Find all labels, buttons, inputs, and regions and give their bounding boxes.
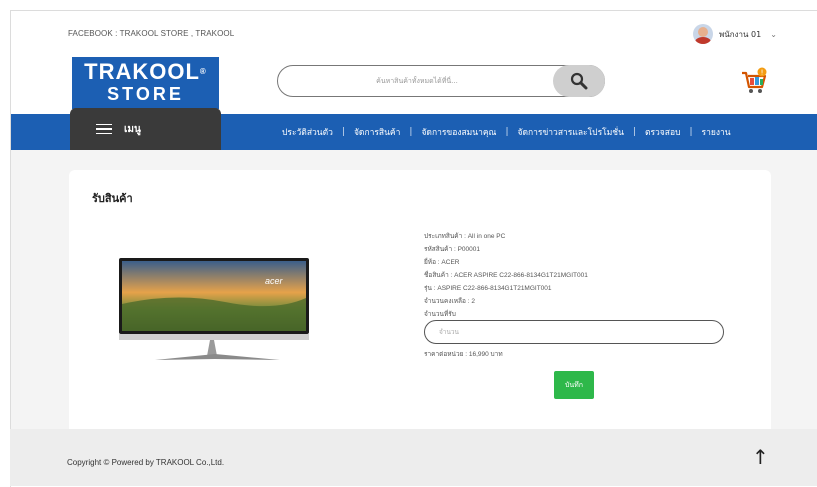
content-area: รับสินค้า acer ประเภทสินค้า: All in one… (11, 150, 817, 450)
nav-item-profile[interactable]: ประวัติส่วนตัว (273, 125, 342, 139)
cart-button[interactable]: ! (740, 67, 768, 95)
receive-product-card: รับสินค้า acer ประเภทสินค้า: All in one… (69, 170, 771, 450)
top-bar: FACEBOOK : TRAKOOL STORE , TRAKOOL พนักง… (11, 11, 817, 58)
search-input[interactable] (290, 71, 544, 91)
product-brand-logo: acer (265, 276, 284, 286)
page-title: รับสินค้า (92, 192, 133, 205)
copyright-text: Copyright © Powered by TRAKOOL Co.,Ltd. (67, 458, 225, 467)
registered-mark: ® (199, 67, 207, 76)
header: TRAKOOL® STORE ! (11, 57, 817, 114)
cart-icon: ! (742, 67, 767, 93)
avatar-icon (693, 24, 713, 44)
save-button[interactable]: บันทึก (554, 371, 594, 399)
user-name: พนักงาน 01 (719, 29, 762, 39)
nav-separator: | (689, 127, 693, 137)
product-info: ประเภทสินค้า : All in one PC รหัสสินค้า … (424, 230, 588, 321)
hamburger-icon (96, 123, 112, 135)
chevron-down-icon: ⌄ (770, 29, 777, 39)
nav-item-inspect[interactable]: ตรวจสอบ (636, 125, 690, 139)
product-brand: ยี่ห้อ : ACER (424, 259, 460, 266)
nav-item-report[interactable]: รายงาน (693, 125, 740, 139)
nav-item-manage-gifts[interactable]: จัดการของสมนาคุณ (412, 125, 505, 139)
search-bar (277, 65, 605, 97)
store-logo[interactable]: TRAKOOL® STORE (72, 57, 219, 109)
logo-text-store: STORE (107, 84, 184, 104)
product-image: acer (119, 258, 309, 360)
logo-text-trakool: TRAKOOL (84, 59, 200, 84)
nav-item-manage-products[interactable]: จัดการสินค้า (345, 125, 409, 139)
main-navbar: เมนู ประวัติส่วนตัว | จัดการสินค้า | จัด… (11, 108, 817, 150)
facebook-text: FACEBOOK : TRAKOOL STORE , TRAKOOL (68, 29, 235, 38)
nav-separator: | (505, 127, 509, 137)
receive-qty-input[interactable] (424, 320, 724, 344)
product-remaining: จำนวนคงเหลือ : 2 (424, 298, 475, 305)
nav-separator: | (341, 127, 345, 137)
nav-item-manage-news[interactable]: จัดการข่าวสารและโปรโมชั่น (508, 125, 632, 139)
product-name: ชื่อสินค้า : ACER ASPIRE C22-866-8134G1T… (424, 272, 588, 279)
search-icon (570, 72, 588, 90)
product-code: รหัสสินค้า : P00001 (424, 246, 480, 253)
nav-separator: | (632, 127, 636, 137)
page-frame: FACEBOOK : TRAKOOL STORE , TRAKOOL พนักง… (10, 10, 817, 487)
menu-toggle-button[interactable]: เมนู (70, 108, 221, 150)
nav-links: ประวัติส่วนตัว | จัดการสินค้า | จัดการขอ… (273, 114, 740, 150)
user-menu[interactable]: พนักงาน 01 ⌄ (693, 24, 777, 44)
footer: Copyright © Powered by TRAKOOL Co.,Ltd. … (10, 429, 817, 486)
unit-price: ราคาต่อหน่วย : 16,990 บาท (424, 351, 503, 358)
menu-label: เมนู (124, 123, 141, 135)
search-button[interactable] (553, 65, 605, 97)
product-type: ประเภทสินค้า : All in one PC (424, 233, 506, 240)
product-model: รุ่น : ASPIRE C22-866-8134G1T21MGIT001 (424, 285, 552, 292)
svg-text:!: ! (761, 69, 764, 77)
nav-separator: | (409, 127, 413, 137)
arrow-up-icon[interactable]: ↑ (752, 445, 769, 469)
